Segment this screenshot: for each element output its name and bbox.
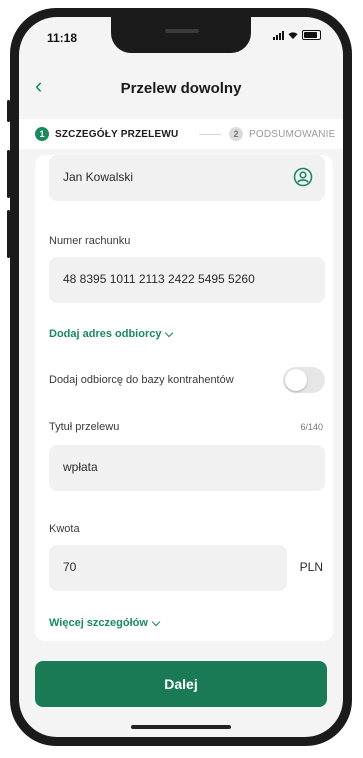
phone-frame: 11:18 ‹ Przelew dowolny 1 SZCZEGÓŁY PRZE…	[7, 8, 352, 746]
mute-switch	[7, 100, 10, 122]
volume-up-button	[7, 150, 10, 198]
account-label: Numer rachunku	[49, 235, 131, 247]
step-1-label: SZCZEGÓŁY PRZELEWU	[55, 129, 179, 140]
step-connector	[199, 134, 221, 135]
chevron-down-icon	[151, 617, 161, 626]
amount-field[interactable]: 70	[49, 545, 287, 591]
header: ‹ Przelew dowolny	[19, 67, 343, 107]
amount-label: Kwota	[49, 523, 80, 535]
account-number-value: 48 8395 1011 2113 2422 5495 5260	[63, 272, 255, 286]
status-time: 11:18	[47, 31, 78, 45]
account-number-field[interactable]: 48 8395 1011 2113 2422 5495 5260	[49, 257, 325, 303]
add-address-link[interactable]: Dodaj adres odbiorcy	[49, 328, 174, 340]
notch	[111, 17, 251, 53]
person-circle-icon[interactable]	[293, 167, 313, 187]
status-icons	[273, 30, 321, 40]
stepper: 1 SZCZEGÓŁY PRZELEWU 2 PODSUMOWANIE	[19, 119, 343, 149]
title-char-counter: 6/140	[300, 422, 323, 432]
transfer-form: Jan Kowalski Numer rachunku 48 8395 1011…	[35, 155, 333, 641]
step-2-badge: 2	[229, 127, 243, 141]
battery-icon	[302, 30, 321, 40]
transfer-title-label: Tytuł przelewu	[49, 421, 120, 433]
amount-value: 70	[63, 560, 77, 574]
add-address-label: Dodaj adres odbiorcy	[49, 328, 162, 340]
transfer-title-value: wpłata	[63, 460, 98, 474]
currency-label: PLN	[299, 560, 323, 574]
screen: 11:18 ‹ Przelew dowolny 1 SZCZEGÓŁY PRZE…	[19, 17, 343, 737]
wifi-icon	[288, 32, 298, 39]
more-details-label: Więcej szczegółów	[49, 617, 148, 629]
volume-down-button	[7, 210, 10, 258]
step-1-badge: 1	[35, 127, 49, 141]
add-to-contacts-label: Dodaj odbiorcę do bazy kontrahentów	[49, 374, 234, 386]
recipient-name-value: Jan Kowalski	[63, 170, 134, 184]
signal-icon	[273, 30, 284, 40]
toggle-knob	[285, 369, 307, 391]
more-details-link[interactable]: Więcej szczegółów	[49, 617, 161, 629]
recipient-name-field[interactable]: Jan Kowalski	[49, 155, 325, 201]
chevron-down-icon	[165, 328, 174, 337]
transfer-title-field[interactable]: wpłata	[49, 445, 325, 491]
page-title: Przelew dowolny	[120, 80, 242, 97]
home-indicator	[131, 725, 231, 729]
step-2-label: PODSUMOWANIE	[249, 129, 336, 140]
next-button[interactable]: Dalej	[35, 661, 327, 707]
add-to-contacts-toggle[interactable]	[283, 367, 325, 393]
